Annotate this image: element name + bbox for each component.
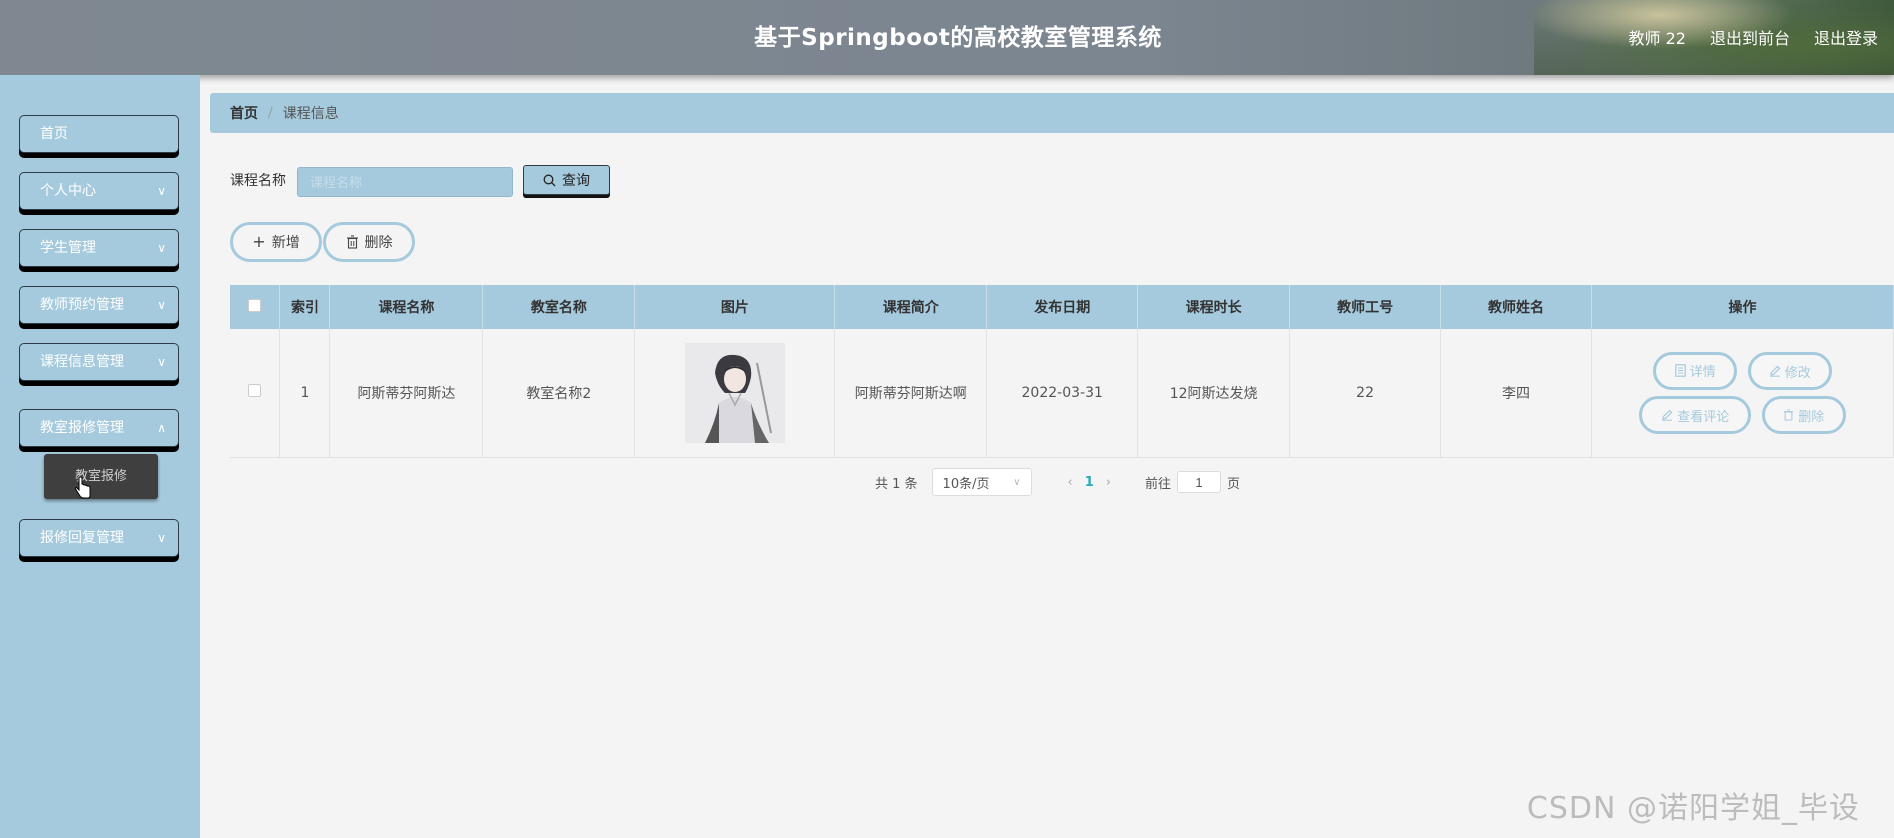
sidebar-item-repair-reply[interactable]: 报修回复管理 ∨ [19,519,179,557]
edit-button-label: 修改 [1784,365,1811,381]
chevron-down-icon: ∨ [157,531,166,545]
view-comments-label: 查看评论 [1677,409,1730,425]
sidebar-item-label: 个人中心 [40,183,96,199]
breadcrumb-current: 课程信息 [282,106,339,122]
column-header: 教师姓名 [1440,285,1592,329]
search-button-label: 查询 [562,173,590,189]
course-name-search-input[interactable] [297,167,513,197]
row-delete-label: 删除 [1798,409,1825,425]
select-all-checkbox[interactable] [248,298,262,312]
watermark: CSDN @诺阳学姐_毕设 [1526,791,1860,826]
row-checkbox[interactable] [248,384,262,398]
top-header: 基于Springboot的高校教室管理系统 教师 22 退出到前台 退出登录 [0,0,1894,75]
breadcrumb: 首页 / 课程信息 [210,93,1894,133]
sidebar-item-personal-center[interactable]: 个人中心 ∨ [19,172,179,210]
image-cell [634,329,836,458]
next-page-icon[interactable]: › [1106,475,1111,490]
search-button[interactable]: 查询 [523,165,610,195]
chevron-up-icon: ∧ [157,421,166,435]
sidebar-item-teacher-booking[interactable]: 教师预约管理 ∨ [19,286,179,324]
search-label: 课程名称 [230,173,286,189]
index-cell: 1 [279,329,331,458]
sidebar-item-label: 教室报修管理 [40,420,124,436]
operations-cell: 详情 修改 查看评论 删除 [1591,329,1894,458]
sidebar-item-home[interactable]: 首页 [19,115,179,153]
column-header: 教室名称 [482,285,636,329]
course-name-cell: 阿斯蒂芬阿斯达 [329,329,484,458]
trash-icon [1784,409,1794,421]
edit-button[interactable]: 修改 [1747,352,1832,390]
teacher-name-cell: 李四 [1440,329,1592,458]
system-title: 基于Springboot的高校教室管理系统 [754,25,1162,51]
sidebar-item-label: 学生管理 [40,240,96,256]
intro-cell: 阿斯蒂芬阿斯达啊 [834,329,988,458]
edit-icon [1769,365,1781,377]
sidebar-item-label: 首页 [40,126,68,142]
sidebar-subitem-repair[interactable]: 教室报修 [44,454,158,499]
table-row: 1 阿斯蒂芬阿斯达 教室名称2 阿斯蒂芬阿斯达啊 2022-03-31 12阿斯… [230,329,1894,458]
row-select-cell [230,329,281,458]
search-icon [543,174,556,186]
plus-icon: + [252,232,266,251]
chevron-down-icon: ∨ [157,298,166,312]
column-header: 操作 [1591,285,1894,329]
course-table: 索引 课程名称 教室名称 图片 课程简介 发布日期 课程时长 教师工号 教师姓名… [230,285,1894,458]
sidebar-item-student-management[interactable]: 学生管理 ∨ [19,229,179,267]
chevron-down-icon: ∨ [157,241,166,255]
select-all-header [230,285,281,329]
goto-label: 前往 [1145,476,1172,492]
total-count: 共 1 条 [875,476,918,492]
date-cell: 2022-03-31 [986,329,1139,458]
chevron-down-icon: ∨ [1013,476,1021,488]
sidebar-item-course-info[interactable]: 课程信息管理 ∨ [19,343,179,381]
sidebar-item-label: 教师预约管理 [40,297,124,313]
edit-icon [1662,409,1673,421]
chevron-down-icon: ∨ [157,184,166,198]
row-delete-button[interactable]: 删除 [1761,396,1846,434]
logout-link[interactable]: 退出登录 [1814,25,1878,49]
breadcrumb-separator: / [268,105,273,121]
teacher-id-cell: 22 [1289,329,1442,458]
delete-button-label: 删除 [364,235,393,251]
page-suffix-label: 页 [1227,476,1241,492]
prev-page-icon[interactable]: ‹ [1068,475,1073,490]
add-button-label: 新增 [271,235,300,251]
sidebar-item-repair-management[interactable]: 教室报修管理 ∧ [19,409,179,447]
current-user-label: 教师 22 [1628,29,1686,48]
header-user-links: 教师 22 退出到前台 退出登录 [1629,25,1878,49]
chevron-down-icon: ∨ [157,355,166,369]
course-image[interactable] [684,342,785,443]
exit-to-front-link[interactable]: 退出到前台 [1710,25,1790,49]
column-header: 索引 [279,285,331,329]
pagination: 共 1 条 10条/页 ∨ ‹ 1 › 前往 页 [875,468,1240,496]
column-header: 课程名称 [329,285,484,329]
view-comments-button[interactable]: 查看评论 [1639,396,1752,434]
page-size-select[interactable]: 10条/页 ∨ [931,468,1032,496]
document-icon [1674,364,1686,377]
column-header: 发布日期 [986,285,1139,329]
column-header: 课程时长 [1137,285,1291,329]
add-button[interactable]: + 新增 [230,222,322,262]
trash-icon [346,235,358,249]
column-header: 课程简介 [834,285,988,329]
page-number-current[interactable]: 1 [1085,475,1094,490]
detail-button-label: 详情 [1689,365,1716,380]
sidebar-item-label: 课程信息管理 [40,354,124,370]
page-size-value: 10条/页 [942,476,990,492]
column-header: 图片 [634,285,836,329]
hand-pointer-icon [74,477,91,499]
table-header-row: 索引 课程名称 教室名称 图片 课程简介 发布日期 课程时长 教师工号 教师姓名… [230,285,1894,329]
room-name-cell: 教室名称2 [482,329,636,458]
column-header: 教师工号 [1289,285,1442,329]
duration-cell: 12阿斯达发烧 [1137,329,1291,458]
detail-button[interactable]: 详情 [1653,351,1738,390]
batch-delete-button[interactable]: 删除 [323,222,415,262]
goto-page-input[interactable] [1177,471,1222,493]
breadcrumb-home[interactable]: 首页 [230,103,258,123]
sidebar-item-label: 报修回复管理 [40,530,124,546]
